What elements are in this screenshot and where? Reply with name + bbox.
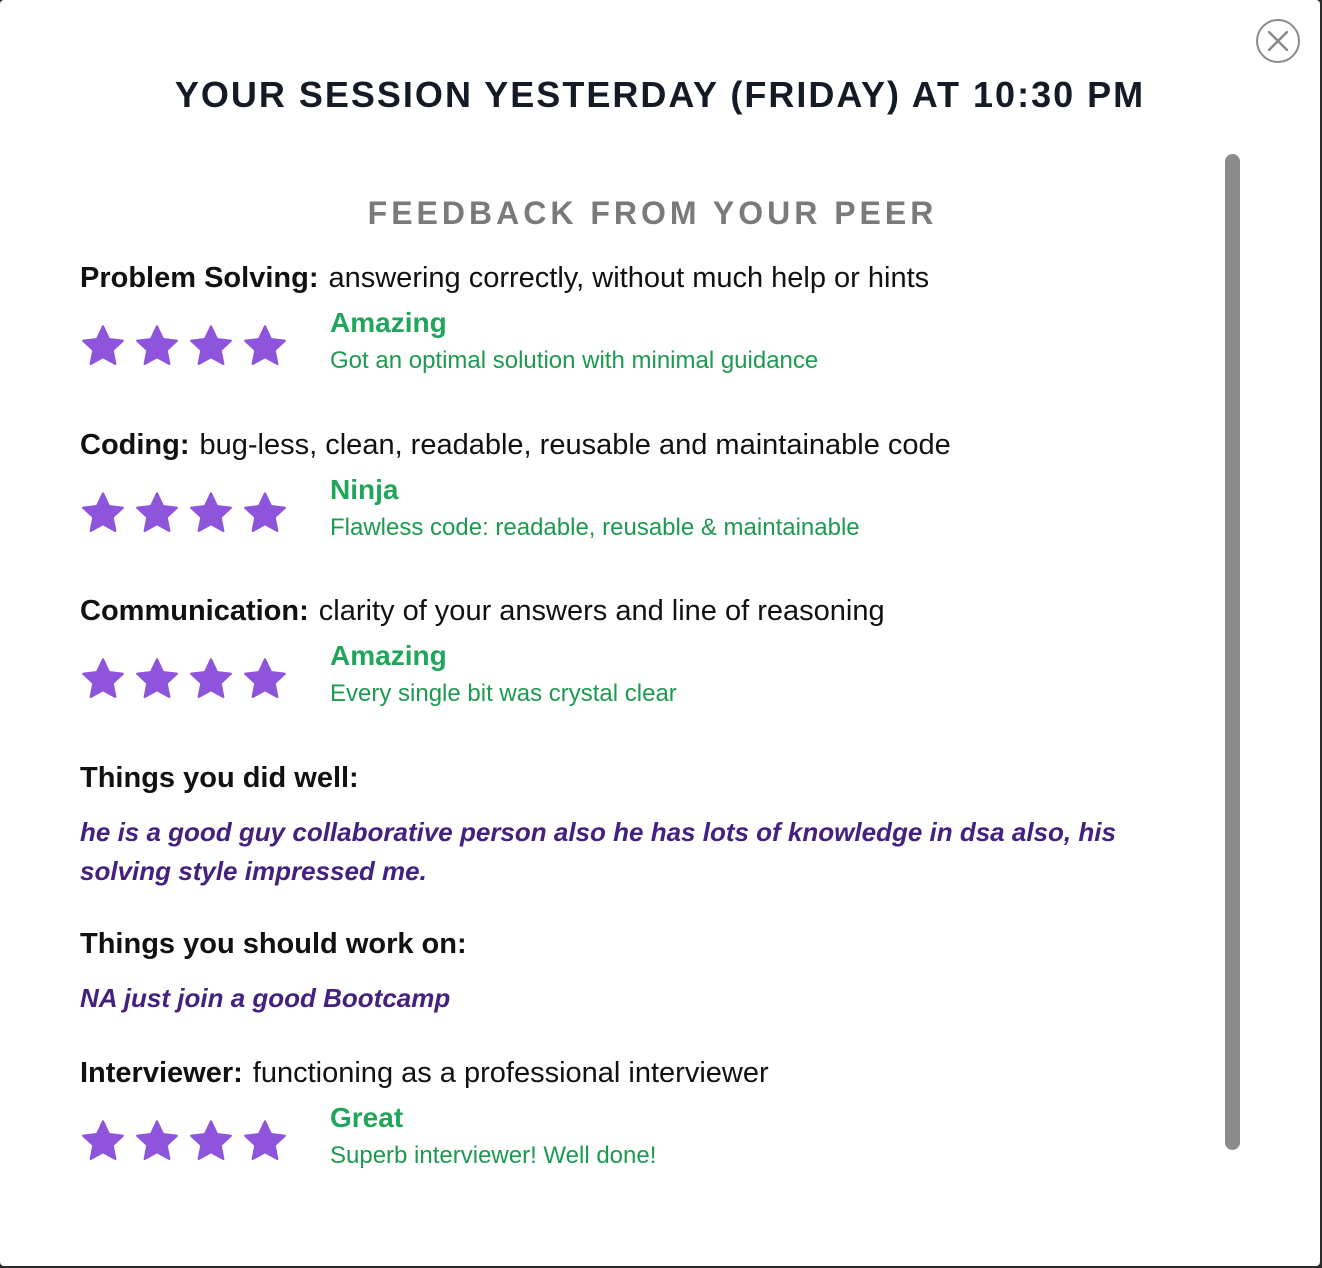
star-icon bbox=[134, 1118, 180, 1164]
communication-section: Communication: clarity of your answers an… bbox=[80, 595, 1210, 716]
rating-description: Flawless code: readable, reusable & main… bbox=[330, 514, 860, 541]
close-icon bbox=[1268, 31, 1288, 51]
interviewer-label: Interviewer: bbox=[80, 1057, 243, 1089]
rating-description: Got an optimal solution with minimal gui… bbox=[330, 347, 819, 374]
star-icon bbox=[80, 490, 126, 536]
coding-rating: Ninja Flawless code: readable, reusable … bbox=[80, 470, 1210, 550]
star-icon bbox=[134, 490, 180, 536]
coding-description: bug-less, clean, readable, reusable and … bbox=[199, 429, 951, 461]
did-well-header: Things you did well: bbox=[80, 762, 1210, 795]
work-on-label: Things you should work on: bbox=[80, 928, 467, 960]
rating-description: Superb interviewer! Well done! bbox=[330, 1142, 657, 1169]
star-icon bbox=[80, 323, 126, 369]
star-rating bbox=[80, 1118, 296, 1164]
rating-title: Amazing bbox=[330, 307, 447, 338]
star-rating bbox=[80, 323, 296, 369]
star-icon bbox=[242, 490, 288, 536]
star-icon bbox=[188, 490, 234, 536]
star-rating bbox=[80, 490, 296, 536]
problem-solving-label: Problem Solving: bbox=[80, 262, 319, 294]
star-rating bbox=[80, 656, 296, 702]
problem-solving-description: answering correctly, without much help o… bbox=[328, 262, 930, 294]
star-icon bbox=[134, 656, 180, 702]
work-on-header: Things you should work on: bbox=[80, 928, 1210, 961]
did-well-section: Things you did well: he is a good guy co… bbox=[80, 762, 1210, 891]
star-icon bbox=[188, 656, 234, 702]
work-on-section: Things you should work on: NA just join … bbox=[80, 928, 1210, 1018]
rating-title: Great bbox=[330, 1102, 404, 1133]
session-title: YOUR SESSION YESTERDAY (FRIDAY) AT 10:30… bbox=[174, 74, 1146, 115]
star-icon bbox=[134, 323, 180, 369]
feedback-heading: FEEDBACK FROM YOUR PEER bbox=[367, 195, 938, 231]
star-icon bbox=[188, 1118, 234, 1164]
problem-solving-header: Problem Solving: answering correctly, wit… bbox=[80, 262, 1210, 295]
coding-header: Coding: bug-less, clean, readable, reusab… bbox=[80, 429, 1210, 462]
close-button[interactable] bbox=[1256, 19, 1300, 63]
interviewer-description: functioning as a professional interviewe… bbox=[252, 1057, 769, 1089]
work-on-comment: NA just join a good Bootcamp bbox=[80, 983, 451, 1013]
feedback-modal: YOUR SESSION YESTERDAY (FRIDAY) AT 10:30… bbox=[0, 0, 1320, 1266]
star-icon bbox=[80, 656, 126, 702]
did-well-comment: he is a good guy collaborative person al… bbox=[80, 817, 1116, 886]
rating-title: Ninja bbox=[330, 474, 399, 505]
communication-label: Communication: bbox=[80, 595, 309, 627]
star-icon bbox=[242, 1118, 288, 1164]
communication-description: clarity of your answers and line of reas… bbox=[318, 595, 885, 627]
problem-solving-rating: Amazing Got an optimal solution with min… bbox=[80, 303, 1210, 383]
rating-title: Amazing bbox=[330, 640, 447, 671]
star-icon bbox=[80, 1118, 126, 1164]
star-icon bbox=[188, 323, 234, 369]
coding-section: Coding: bug-less, clean, readable, reusab… bbox=[80, 429, 1210, 550]
star-icon bbox=[242, 323, 288, 369]
problem-solving-section: Problem Solving: answering correctly, wit… bbox=[80, 262, 1210, 383]
did-well-label: Things you did well: bbox=[80, 762, 359, 794]
interviewer-rating: Great Superb interviewer! Well done! bbox=[80, 1098, 1210, 1178]
star-icon bbox=[242, 656, 288, 702]
interviewer-section: Interviewer: functioning as a professiona… bbox=[80, 1057, 1210, 1178]
scrollbar-thumb[interactable] bbox=[1225, 154, 1240, 1150]
interviewer-header: Interviewer: functioning as a professiona… bbox=[80, 1057, 1210, 1090]
communication-rating: Amazing Every single bit was crystal cle… bbox=[80, 636, 1210, 716]
communication-header: Communication: clarity of your answers an… bbox=[80, 595, 1210, 628]
rating-description: Every single bit was crystal clear bbox=[330, 680, 677, 707]
coding-label: Coding: bbox=[80, 429, 190, 461]
